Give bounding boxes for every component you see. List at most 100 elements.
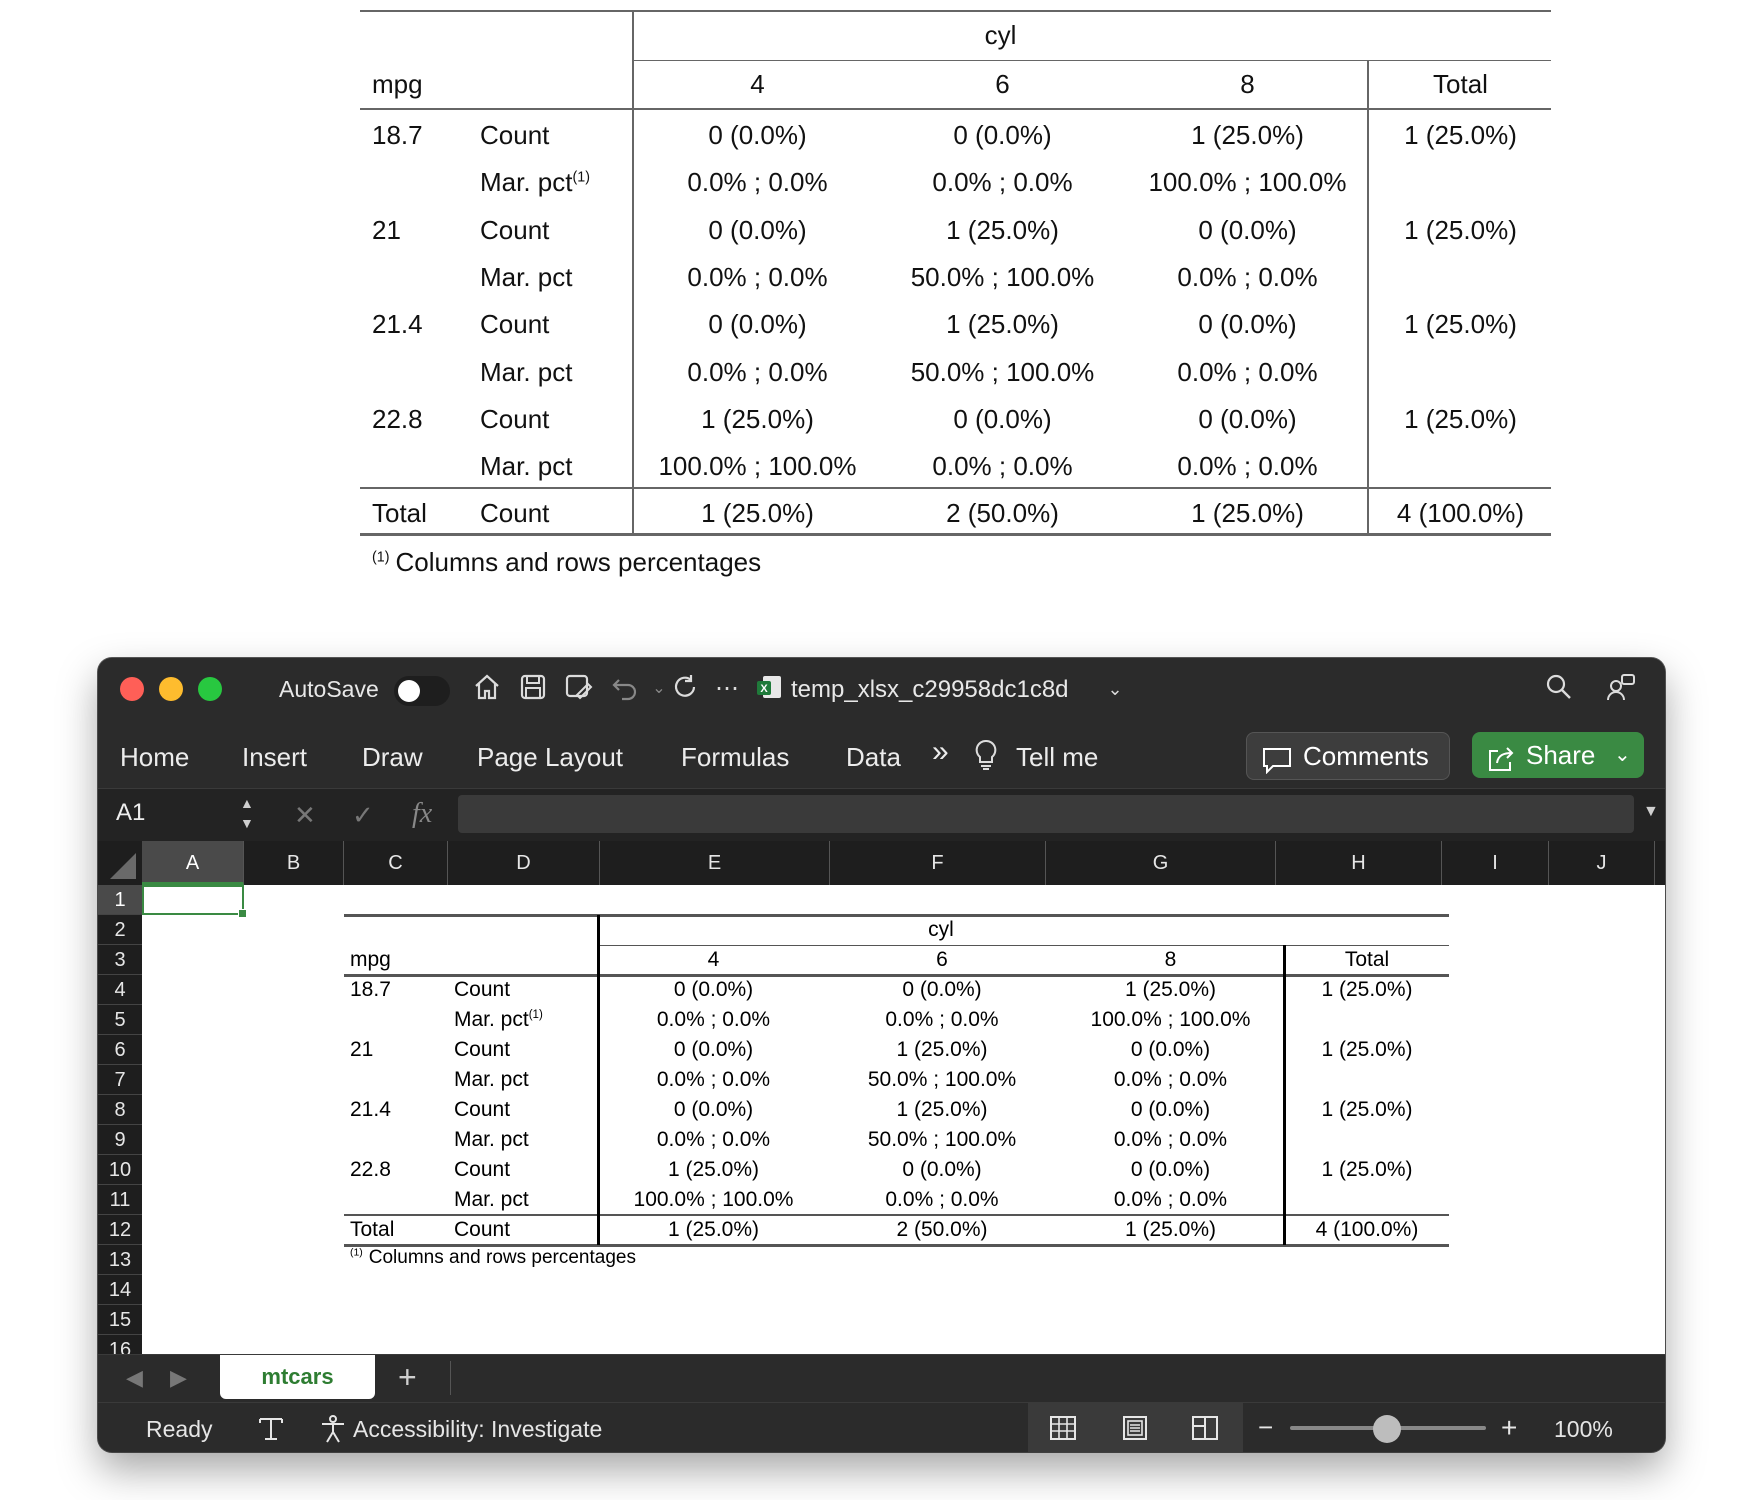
- accessibility-status[interactable]: Accessibility: Investigate: [353, 1416, 602, 1443]
- column-header-j[interactable]: J: [1549, 841, 1655, 885]
- maximize-window-button[interactable]: [198, 677, 222, 701]
- search-icon[interactable]: [1542, 672, 1576, 706]
- table-cell: 1 (25.0%): [1404, 403, 1517, 434]
- minimize-window-button[interactable]: [159, 677, 183, 701]
- normal-view-icon[interactable]: [1048, 1414, 1078, 1447]
- column-header-d[interactable]: D: [448, 841, 600, 885]
- tab-home[interactable]: Home: [120, 742, 189, 773]
- table-cell: 100.0% ; 100.0%: [1148, 167, 1347, 198]
- cancel-formula-icon[interactable]: ✕: [294, 802, 316, 828]
- previous-sheet-icon[interactable]: ◀: [126, 1365, 143, 1391]
- more-tabs-chevron-icon[interactable]: »: [932, 735, 949, 769]
- name-box[interactable]: A1: [116, 799, 145, 827]
- add-sheet-icon[interactable]: +: [398, 1359, 417, 1396]
- column-header-g[interactable]: G: [1046, 841, 1276, 885]
- row-header-3[interactable]: 3: [98, 945, 142, 975]
- collaborate-icon[interactable]: [1604, 672, 1638, 706]
- row-header-13[interactable]: 13: [98, 1245, 142, 1275]
- row-group-label: 21.4: [372, 309, 423, 340]
- more-icon[interactable]: ⋯: [710, 672, 744, 706]
- file-menu-chevron-icon[interactable]: ⌄: [1098, 672, 1132, 706]
- row-header-6[interactable]: 6: [98, 1035, 142, 1065]
- column-header: 8: [1240, 69, 1255, 99]
- formula-bar-expand-icon[interactable]: ▼: [1643, 803, 1659, 821]
- zoom-level[interactable]: 100%: [1554, 1416, 1613, 1443]
- row-header-8[interactable]: 8: [98, 1095, 142, 1125]
- row-header-16[interactable]: 16: [98, 1335, 142, 1354]
- table-cell: 0 (0.0%): [708, 120, 807, 150]
- table-cell: 0.0% ; 0.0%: [656, 1128, 771, 1151]
- footnote: (1) Columns and rows percentages: [350, 1247, 636, 1269]
- table-cell: 2 (50.0%): [896, 1218, 988, 1241]
- close-window-button[interactable]: [120, 677, 144, 701]
- column-header-h[interactable]: H: [1276, 841, 1442, 885]
- page-break-view-icon[interactable]: [1190, 1414, 1220, 1447]
- tab-data[interactable]: Data: [846, 742, 901, 773]
- save-icon[interactable]: [516, 672, 550, 706]
- tell-me-search[interactable]: Tell me: [1016, 742, 1098, 773]
- column-header-i[interactable]: I: [1442, 841, 1549, 885]
- tab-page-layout[interactable]: Page Layout: [477, 742, 623, 773]
- autosave-toggle[interactable]: [394, 676, 450, 706]
- comments-button[interactable]: Comments: [1246, 732, 1450, 780]
- column-header-b[interactable]: B: [244, 841, 344, 885]
- row-header-10[interactable]: 10: [98, 1155, 142, 1185]
- save-as-icon[interactable]: [562, 672, 596, 706]
- row-header-11[interactable]: 11: [98, 1185, 142, 1215]
- tab-divider: [450, 1361, 451, 1395]
- row-header-15[interactable]: 15: [98, 1305, 142, 1335]
- formula-input[interactable]: [458, 795, 1634, 833]
- statistic-label: Mar. pct: [480, 346, 572, 399]
- tab-formulas[interactable]: Formulas: [681, 742, 789, 773]
- next-sheet-icon[interactable]: ▶: [170, 1365, 187, 1391]
- row-header-5[interactable]: 5: [98, 1005, 142, 1035]
- name-box-stepper-icon[interactable]: ▲ ▼: [240, 793, 254, 833]
- select-all-corner[interactable]: [98, 841, 142, 885]
- fx-icon[interactable]: fx: [412, 798, 432, 830]
- accessibility-icon[interactable]: [318, 1414, 348, 1449]
- column-header-e[interactable]: E: [600, 841, 830, 885]
- statistic-label: Mar. pct: [480, 440, 572, 493]
- column-header-f[interactable]: F: [830, 841, 1046, 885]
- column-header-c[interactable]: C: [344, 841, 448, 885]
- zoom-out-button[interactable]: −: [1258, 1412, 1273, 1443]
- macro-recording-icon[interactable]: [256, 1415, 286, 1448]
- column-header-a[interactable]: A: [142, 841, 244, 885]
- footnote-marker: (1): [372, 549, 390, 566]
- statistic-text: Count: [454, 1158, 511, 1181]
- footnote-marker: (1): [350, 1247, 363, 1259]
- table-cell: 1 (25.0%): [701, 498, 814, 529]
- row-header-2[interactable]: 2: [98, 915, 142, 945]
- share-button[interactable]: Share ⌄: [1472, 732, 1644, 778]
- row-header-12[interactable]: 12: [98, 1215, 142, 1245]
- row-header-1[interactable]: 1: [98, 885, 142, 915]
- redo-icon[interactable]: [668, 672, 702, 706]
- confirm-formula-icon[interactable]: ✓: [352, 802, 374, 828]
- selected-cell-a1[interactable]: [142, 885, 247, 918]
- fill-handle[interactable]: [238, 909, 247, 918]
- sheet-tab-mtcars[interactable]: mtcars: [220, 1355, 375, 1399]
- row-header-4[interactable]: 4: [98, 975, 142, 1005]
- row-header-9[interactable]: 9: [98, 1125, 142, 1155]
- table-cell: [1370, 156, 1551, 209]
- statistic-label: Mar. pct: [454, 1125, 529, 1155]
- zoom-slider-thumb[interactable]: [1373, 1415, 1401, 1443]
- row-group-label: 18.7: [372, 120, 423, 150]
- column-header: 4: [750, 69, 765, 99]
- page-layout-view-icon[interactable]: [1120, 1414, 1150, 1447]
- table-cell: 0.0% ; 0.0%: [932, 451, 1073, 482]
- undo-icon[interactable]: [608, 672, 642, 706]
- file-name[interactable]: temp_xlsx_c29958dc1c8d: [791, 676, 1069, 704]
- row-group-label: 21: [350, 1038, 374, 1061]
- zoom-in-button[interactable]: +: [1501, 1412, 1517, 1444]
- home-icon[interactable]: [470, 672, 504, 706]
- tab-insert[interactable]: Insert: [242, 742, 307, 773]
- table-cell: [1285, 1005, 1449, 1035]
- row-header-14[interactable]: 14: [98, 1275, 142, 1305]
- table-cell: 0.0% ; 0.0%: [1113, 1128, 1228, 1151]
- table-cell: 0 (0.0%): [902, 1158, 982, 1181]
- tab-draw[interactable]: Draw: [362, 742, 423, 773]
- row-header-7[interactable]: 7: [98, 1065, 142, 1095]
- worksheet-grid[interactable]: ABCDEFGHIJ 1 2 3 4 5 6 7 8 9 10 11 12 13 14 15 16 cyl mp…: [98, 841, 1665, 1354]
- share-chevron-icon[interactable]: ⌄: [1614, 732, 1631, 778]
